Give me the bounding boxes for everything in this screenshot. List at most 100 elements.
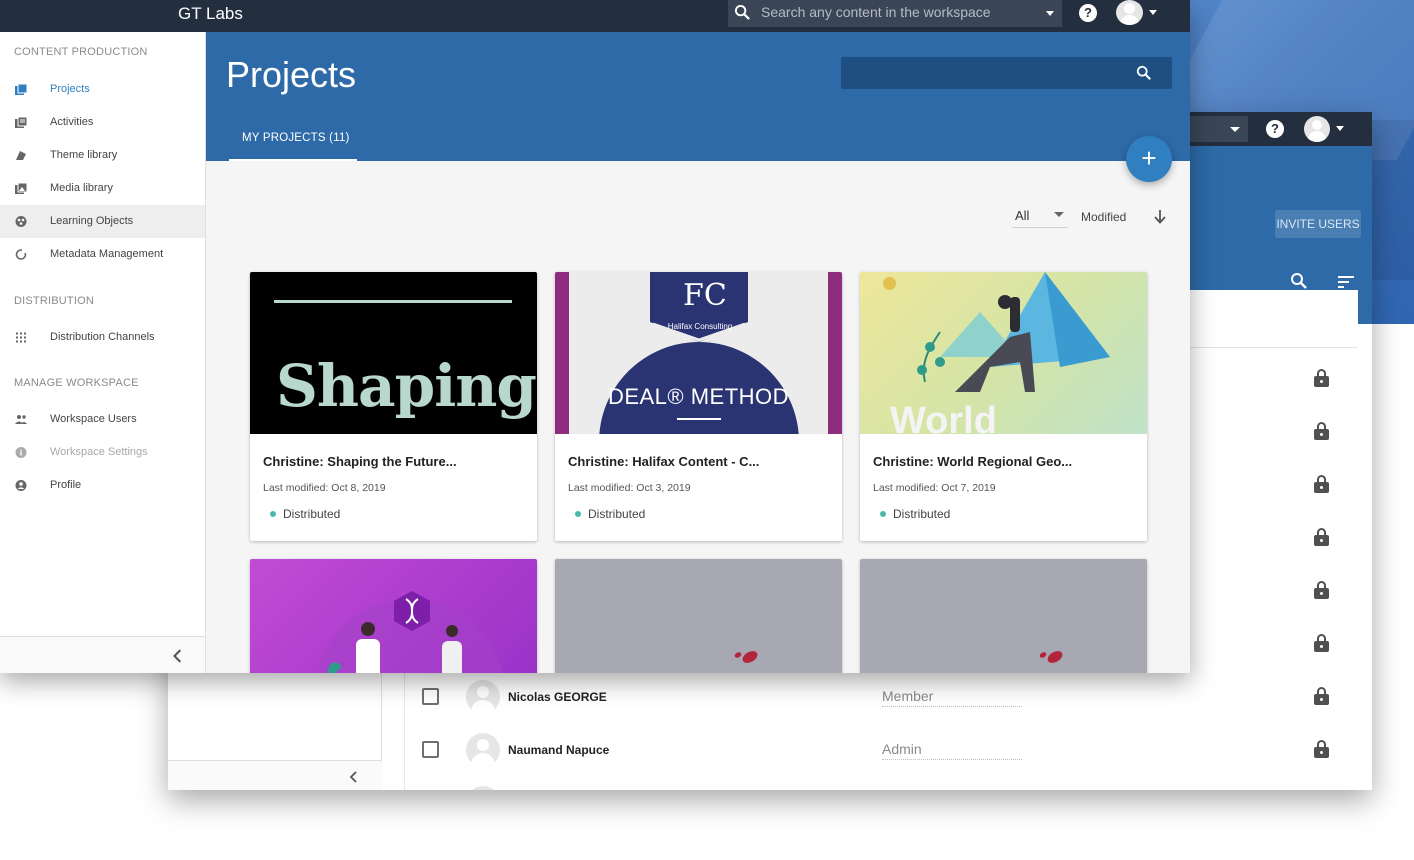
sidebar-item-label: Profile: [50, 479, 82, 491]
front-window: GT Labs Search any content in the worksp…: [0, 0, 1190, 673]
sidebar-item-label: Theme library: [50, 149, 118, 161]
user-name: Naumand Napuce: [508, 743, 610, 757]
status-badge: Distributed: [283, 507, 341, 521]
chevron-down-icon[interactable]: [1336, 126, 1344, 131]
card-modified: Last modified: Oct 3, 2019: [568, 482, 691, 494]
invite-users-button[interactable]: INVITE USERS: [1275, 210, 1361, 238]
media-icon: [15, 183, 27, 194]
sidebar-item-media-library[interactable]: Media library: [0, 172, 205, 205]
sidebar-item-workspace-settings[interactable]: Workspace Settings: [0, 436, 205, 469]
sidebar-heading: CONTENT PRODUCTION: [14, 46, 148, 58]
grid-icon: [16, 332, 26, 343]
metadata-icon: [15, 249, 27, 260]
card-title: Christine: Halifax Content - C...: [568, 454, 760, 469]
table-row[interactable]: Naumand Napuce Admin: [404, 725, 1358, 778]
thumbnail-text: DEAL® METHOD: [607, 384, 790, 409]
sidebar-item-theme-library[interactable]: Theme library: [0, 139, 205, 172]
project-search-input[interactable]: [841, 57, 1172, 89]
activities-icon: [15, 117, 27, 128]
sidebar-item-profile[interactable]: Profile: [0, 469, 205, 502]
arrow-down-icon[interactable]: [1154, 210, 1166, 224]
project-card[interactable]: World Christine: World Regional Geo... L…: [860, 272, 1147, 541]
sidebar-item-metadata-management[interactable]: Metadata Management: [0, 238, 205, 271]
lock-icon: [1314, 634, 1329, 652]
thumbnail-logo: Halifax Consulting: [667, 322, 733, 331]
sidebar-item-label: Projects: [50, 83, 90, 95]
sidebar-item-label: Media library: [50, 182, 113, 194]
chevron-down-icon[interactable]: [1046, 11, 1054, 16]
chevron-left-icon[interactable]: [172, 649, 184, 663]
sidebar-item-label: Workspace Settings: [50, 446, 148, 458]
users-icon: [15, 415, 27, 424]
card-thumbnail: FC Halifax Consulting DEAL® METHOD: [555, 272, 842, 434]
search-input[interactable]: Search any content in the workspace: [761, 4, 991, 20]
avatar: [466, 733, 500, 767]
user-role-select[interactable]: Member: [882, 688, 1022, 707]
card-title: Christine: Shaping the Future...: [263, 454, 457, 469]
sidebar-item-label: Learning Objects: [50, 215, 134, 227]
theme-icon: [16, 151, 26, 160]
chevron-left-icon[interactable]: [350, 771, 358, 783]
page-title: Projects: [226, 54, 357, 95]
row-checkbox[interactable]: [422, 688, 439, 705]
topbar: GT Labs Search any content in the worksp…: [0, 0, 1190, 32]
status-badge: Distributed: [588, 507, 646, 521]
tab-label: MY PROJECTS (11): [242, 132, 350, 144]
sidebar-footer: [0, 636, 205, 673]
thumbnail-text: Shaping: [276, 352, 537, 420]
sidebar-item-distribution-channels[interactable]: Distribution Channels: [0, 321, 205, 354]
add-project-button[interactable]: +: [1126, 136, 1172, 182]
chevron-down-icon: [1054, 212, 1064, 217]
row-checkbox[interactable]: [422, 741, 439, 758]
avatar[interactable]: [1116, 0, 1143, 25]
help-icon[interactable]: ?: [1079, 4, 1097, 22]
project-card[interactable]: Shaping Christine: Shaping the Future...…: [250, 272, 537, 541]
search-icon[interactable]: [1136, 65, 1152, 81]
sidebar: CONTENT PRODUCTION Projects Activities T…: [0, 32, 206, 673]
sort-icon[interactable]: [1338, 276, 1354, 291]
back-sidebar-footer: [168, 760, 382, 790]
tab-my-projects[interactable]: MY PROJECTS (11): [229, 124, 357, 161]
back-workspace-select[interactable]: [1188, 116, 1248, 142]
leaf-icon: [734, 651, 758, 663]
card-thumbnail: [555, 559, 842, 673]
sidebar-item-projects[interactable]: Projects: [0, 73, 205, 106]
sidebar-item-label: Activities: [50, 116, 94, 128]
filter-select[interactable]: All: [1012, 204, 1068, 228]
page-header: Projects MY PROJECTS (11): [206, 32, 1190, 161]
user-role-select[interactable]: Admin: [882, 741, 1022, 760]
brand-name[interactable]: GT Labs: [178, 4, 243, 24]
sort-field[interactable]: Modified: [1081, 210, 1126, 224]
lock-icon: [1314, 528, 1329, 546]
status-dot: [575, 511, 581, 517]
sidebar-heading: DISTRIBUTION: [14, 295, 95, 307]
table-row[interactable]: Nicolas GEORGE Member: [404, 672, 1358, 725]
project-card[interactable]: FC Halifax Consulting DEAL® METHOD Chris…: [555, 272, 842, 541]
sidebar-item-activities[interactable]: Activities: [0, 106, 205, 139]
sidebar-item-label: Distribution Channels: [50, 331, 155, 343]
workspace-search[interactable]: Search any content in the workspace: [728, 0, 1062, 27]
status-dot: [880, 511, 886, 517]
thumbnail-text: World: [890, 400, 997, 434]
card-thumbnail: [250, 559, 537, 673]
project-card[interactable]: [555, 559, 842, 673]
card-thumbnail: World: [860, 272, 1147, 434]
help-icon[interactable]: ?: [1266, 120, 1284, 138]
avatar: [466, 786, 500, 790]
filter-value: All: [1015, 208, 1030, 223]
sidebar-item-workspace-users[interactable]: Workspace Users: [0, 403, 205, 436]
chevron-down-icon: [1230, 127, 1240, 132]
profile-icon: [15, 480, 27, 491]
status-badge: Distributed: [893, 507, 951, 521]
card-modified: Last modified: Oct 7, 2019: [873, 482, 996, 494]
card-thumbnail: [860, 559, 1147, 673]
sidebar-item-learning-objects[interactable]: Learning Objects: [0, 205, 205, 238]
avatar[interactable]: [1304, 116, 1330, 142]
card-title: Christine: World Regional Geo...: [873, 454, 1073, 469]
project-card[interactable]: [860, 559, 1147, 673]
tab-indicator: [229, 159, 357, 161]
chevron-down-icon[interactable]: [1149, 10, 1157, 15]
table-row: [404, 778, 1358, 790]
search-icon: [734, 4, 750, 20]
project-card[interactable]: [250, 559, 537, 673]
